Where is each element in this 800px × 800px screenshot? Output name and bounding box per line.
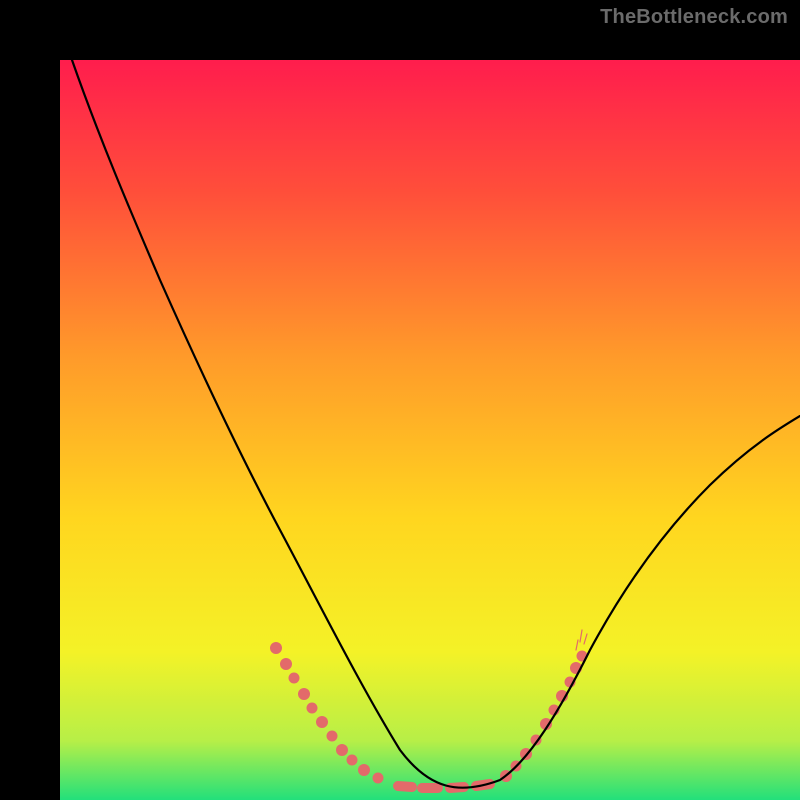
attribution-text: TheBottleneck.com bbox=[600, 6, 788, 29]
plot-frame bbox=[30, 30, 770, 770]
chart-svg bbox=[60, 60, 800, 800]
gradient-background bbox=[60, 60, 800, 800]
